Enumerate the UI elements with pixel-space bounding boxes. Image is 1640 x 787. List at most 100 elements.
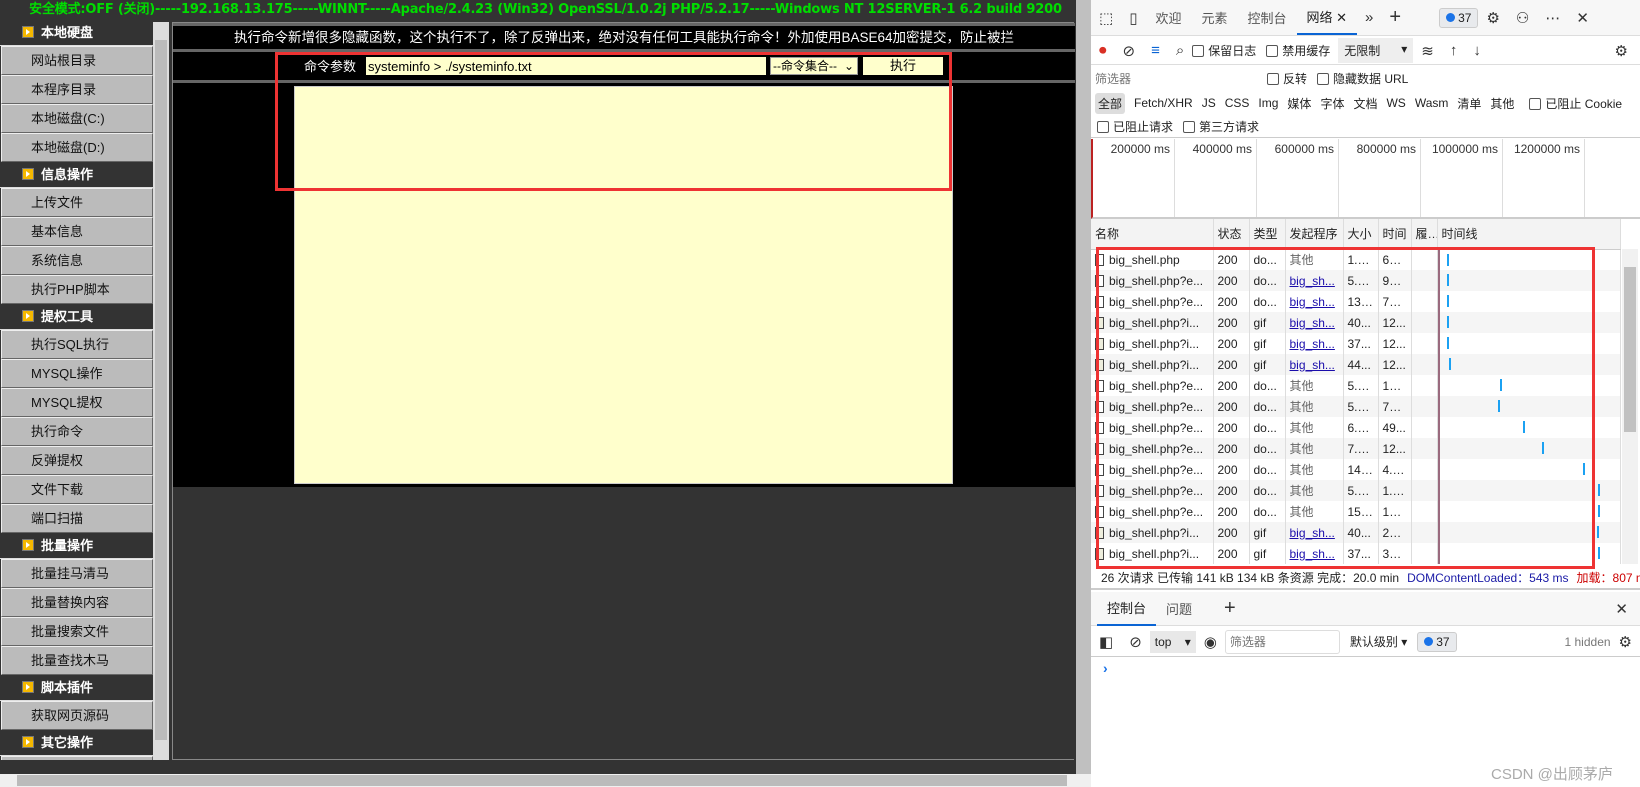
network-overview[interactable]: 200000 ms 400000 ms 600000 ms 800000 ms 1000… [1091,139,1640,219]
sidebar-item[interactable]: 本地磁盘(D:) [1,133,153,162]
sidebar-item[interactable]: 执行SQL执行 [1,330,153,359]
close-devtools-icon[interactable]: ✕ [1568,9,1597,27]
request-initiator[interactable]: big_sh... [1285,522,1344,543]
column-header[interactable]: 状态 [1213,219,1250,250]
sidebar-item[interactable]: 上传文件 [1,188,153,217]
issues-badge[interactable]: 37 [1439,7,1479,28]
blocked-cookies-checkbox[interactable]: 已阻止 Cookie [1529,95,1622,112]
throttle-select[interactable]: 无限制 ▾ [1338,38,1414,63]
sidebar-item[interactable]: MYSQL操作 [1,359,153,388]
search-icon[interactable]: ⌕ [1168,42,1192,59]
filter-input[interactable] [1095,68,1255,89]
more-icon[interactable]: ⋯ [1537,9,1568,27]
disable-cache-checkbox[interactable]: 禁用缓存 [1266,42,1330,59]
sidebar-item[interactable]: 批量查找木马 [1,646,153,675]
record-icon[interactable]: ⏺ [1091,42,1115,59]
sidebar-toggle-icon[interactable]: ◧ [1091,633,1121,651]
preserve-log-checkbox[interactable]: 保留日志 [1192,42,1256,59]
type-filter-8[interactable]: WS [1386,96,1405,110]
execute-button[interactable]: 执行 [863,57,943,75]
request-row[interactable]: big_shell.php?i... 200 gif big_sh... 40.… [1091,522,1621,543]
sidebar-item[interactable]: 文件下载 [1,475,153,504]
initiator-text[interactable]: big_sh... [1290,526,1335,540]
initiator-text[interactable]: big_sh... [1290,547,1335,561]
type-filter-9[interactable]: Wasm [1415,96,1449,110]
sidebar-item[interactable]: MYSQL提权 [1,388,153,417]
scrollbar-thumb[interactable] [1624,267,1636,432]
clear-icon[interactable]: ⊘ [1115,42,1144,60]
request-row[interactable]: big_shell.php?e... 200 do... 其他 14.... 4… [1091,459,1621,480]
third-party-checkbox[interactable]: 第三方请求 [1183,118,1259,135]
type-filter-3[interactable]: CSS [1225,96,1250,110]
request-row[interactable]: big_shell.php?e... 200 do... 其他 5.8... 7… [1091,396,1621,417]
gear-icon[interactable]: ⚙ [1478,9,1507,27]
request-row[interactable]: big_shell.php?e... 200 do... 其他 7.4... 1… [1091,438,1621,459]
type-filter-1[interactable]: Fetch/XHR [1134,96,1193,110]
sidebar-item[interactable]: 本程序目录 [1,75,153,104]
type-filter-7[interactable]: 文档 [1353,95,1377,112]
request-initiator[interactable]: big_sh... [1285,543,1344,564]
initiator-text[interactable]: big_sh... [1290,295,1335,309]
scrollbar-thumb[interactable] [17,775,1067,786]
import-icon[interactable]: ↑ [1442,42,1466,59]
type-filter-0[interactable]: 全部 [1095,92,1126,114]
column-header[interactable]: 名称 [1091,219,1214,250]
request-initiator[interactable]: big_sh... [1285,312,1344,333]
issues-badge[interactable]: 37 [1417,631,1457,652]
context-select[interactable]: top ▾ [1149,630,1196,653]
add-tab-icon[interactable]: + [1381,6,1409,29]
sidebar-item[interactable]: 执行命令 [1,417,153,446]
request-row[interactable]: big_shell.php?e... 200 do... big_sh... 1… [1091,291,1621,312]
inspect-icon[interactable]: ⬚ [1091,9,1121,27]
add-tab-icon[interactable]: + [1216,597,1244,620]
initiator-text[interactable]: big_sh... [1290,274,1335,288]
request-row[interactable]: big_shell.php?i... 200 gif big_sh... 44.… [1091,354,1621,375]
drawer-tab-issues[interactable]: 问题 [1156,599,1202,618]
type-filter-5[interactable]: 媒体 [1287,95,1311,112]
tab-network[interactable]: 网络 ✕ [1296,1,1358,35]
sidebar-item[interactable]: 执行PHP脚本 [1,275,153,304]
sidebar-item[interactable]: 网站根目录 [1,46,153,75]
sidebar-item[interactable]: 基本信息 [1,217,153,246]
command-preset-select[interactable]: --命令集合-- ⌄ [770,57,858,75]
horizontal-scrollbar[interactable] [0,774,1091,787]
request-row[interactable]: big_shell.php?e... 200 do... 其他 6.6... 4… [1091,417,1621,438]
request-row[interactable]: big_shell.php?i... 200 gif big_sh... 37.… [1091,543,1621,564]
type-filter-11[interactable]: 其他 [1490,95,1514,112]
hide-data-url-checkbox[interactable]: 隐藏数据 URL [1317,70,1408,87]
sidebar-item[interactable]: 获取网页源码 [1,701,153,730]
request-row[interactable]: big_shell.php 200 do... 其他 1.9... 68 ... [1091,249,1621,270]
request-row[interactable]: big_shell.php?i... 200 gif big_sh... 37.… [1091,333,1621,354]
close-drawer-icon[interactable]: ✕ [1607,600,1636,618]
customize-icon[interactable]: ⚇ [1508,9,1537,27]
type-filter-4[interactable]: Img [1258,96,1278,110]
sidebar-item[interactable]: 端口扫描 [1,504,153,533]
type-filter-6[interactable]: 字体 [1320,95,1344,112]
request-initiator[interactable]: big_sh... [1285,291,1344,312]
request-row[interactable]: big_shell.php?e... 200 do... big_sh... 5… [1091,270,1621,291]
request-initiator[interactable]: big_sh... [1285,270,1344,291]
request-row[interactable]: big_shell.php?e... 200 do... 其他 5.8... 1… [1091,375,1621,396]
device-toolbar-icon[interactable]: ▯ [1121,9,1145,27]
log-level-select[interactable]: 默认级别 ▾ [1350,633,1407,650]
sidebar-item[interactable]: 反弹提权 [1,446,153,475]
sidebar-item[interactable]: 系统信息 [1,246,153,275]
request-initiator[interactable]: big_sh... [1285,354,1344,375]
column-header[interactable]: 大小 [1343,219,1379,250]
request-row[interactable]: big_shell.php?e... 200 do... 其他 5.8... 1… [1091,480,1621,501]
console-prompt[interactable]: › [1103,660,1108,676]
column-header[interactable]: 履.. [1411,219,1438,250]
export-icon[interactable]: ↓ [1465,42,1489,59]
initiator-text[interactable]: big_sh... [1290,358,1335,372]
request-row[interactable]: big_shell.php?i... 200 gif big_sh... 40.… [1091,312,1621,333]
initiator-text[interactable]: big_sh... [1290,316,1335,330]
table-scrollbar[interactable] [1622,249,1638,564]
filter-icon[interactable]: ≡ [1143,42,1168,59]
clear-console-icon[interactable]: ⊘ [1121,633,1150,651]
sidebar-item[interactable]: 批量搜索文件 [1,617,153,646]
more-tabs-icon[interactable]: » [1357,9,1381,26]
tab-welcome[interactable]: 欢迎 [1145,8,1191,27]
invert-checkbox[interactable]: 反转 [1267,70,1307,87]
page-scrollbar[interactable] [1076,0,1091,775]
scrollbar-thumb[interactable] [155,40,167,740]
